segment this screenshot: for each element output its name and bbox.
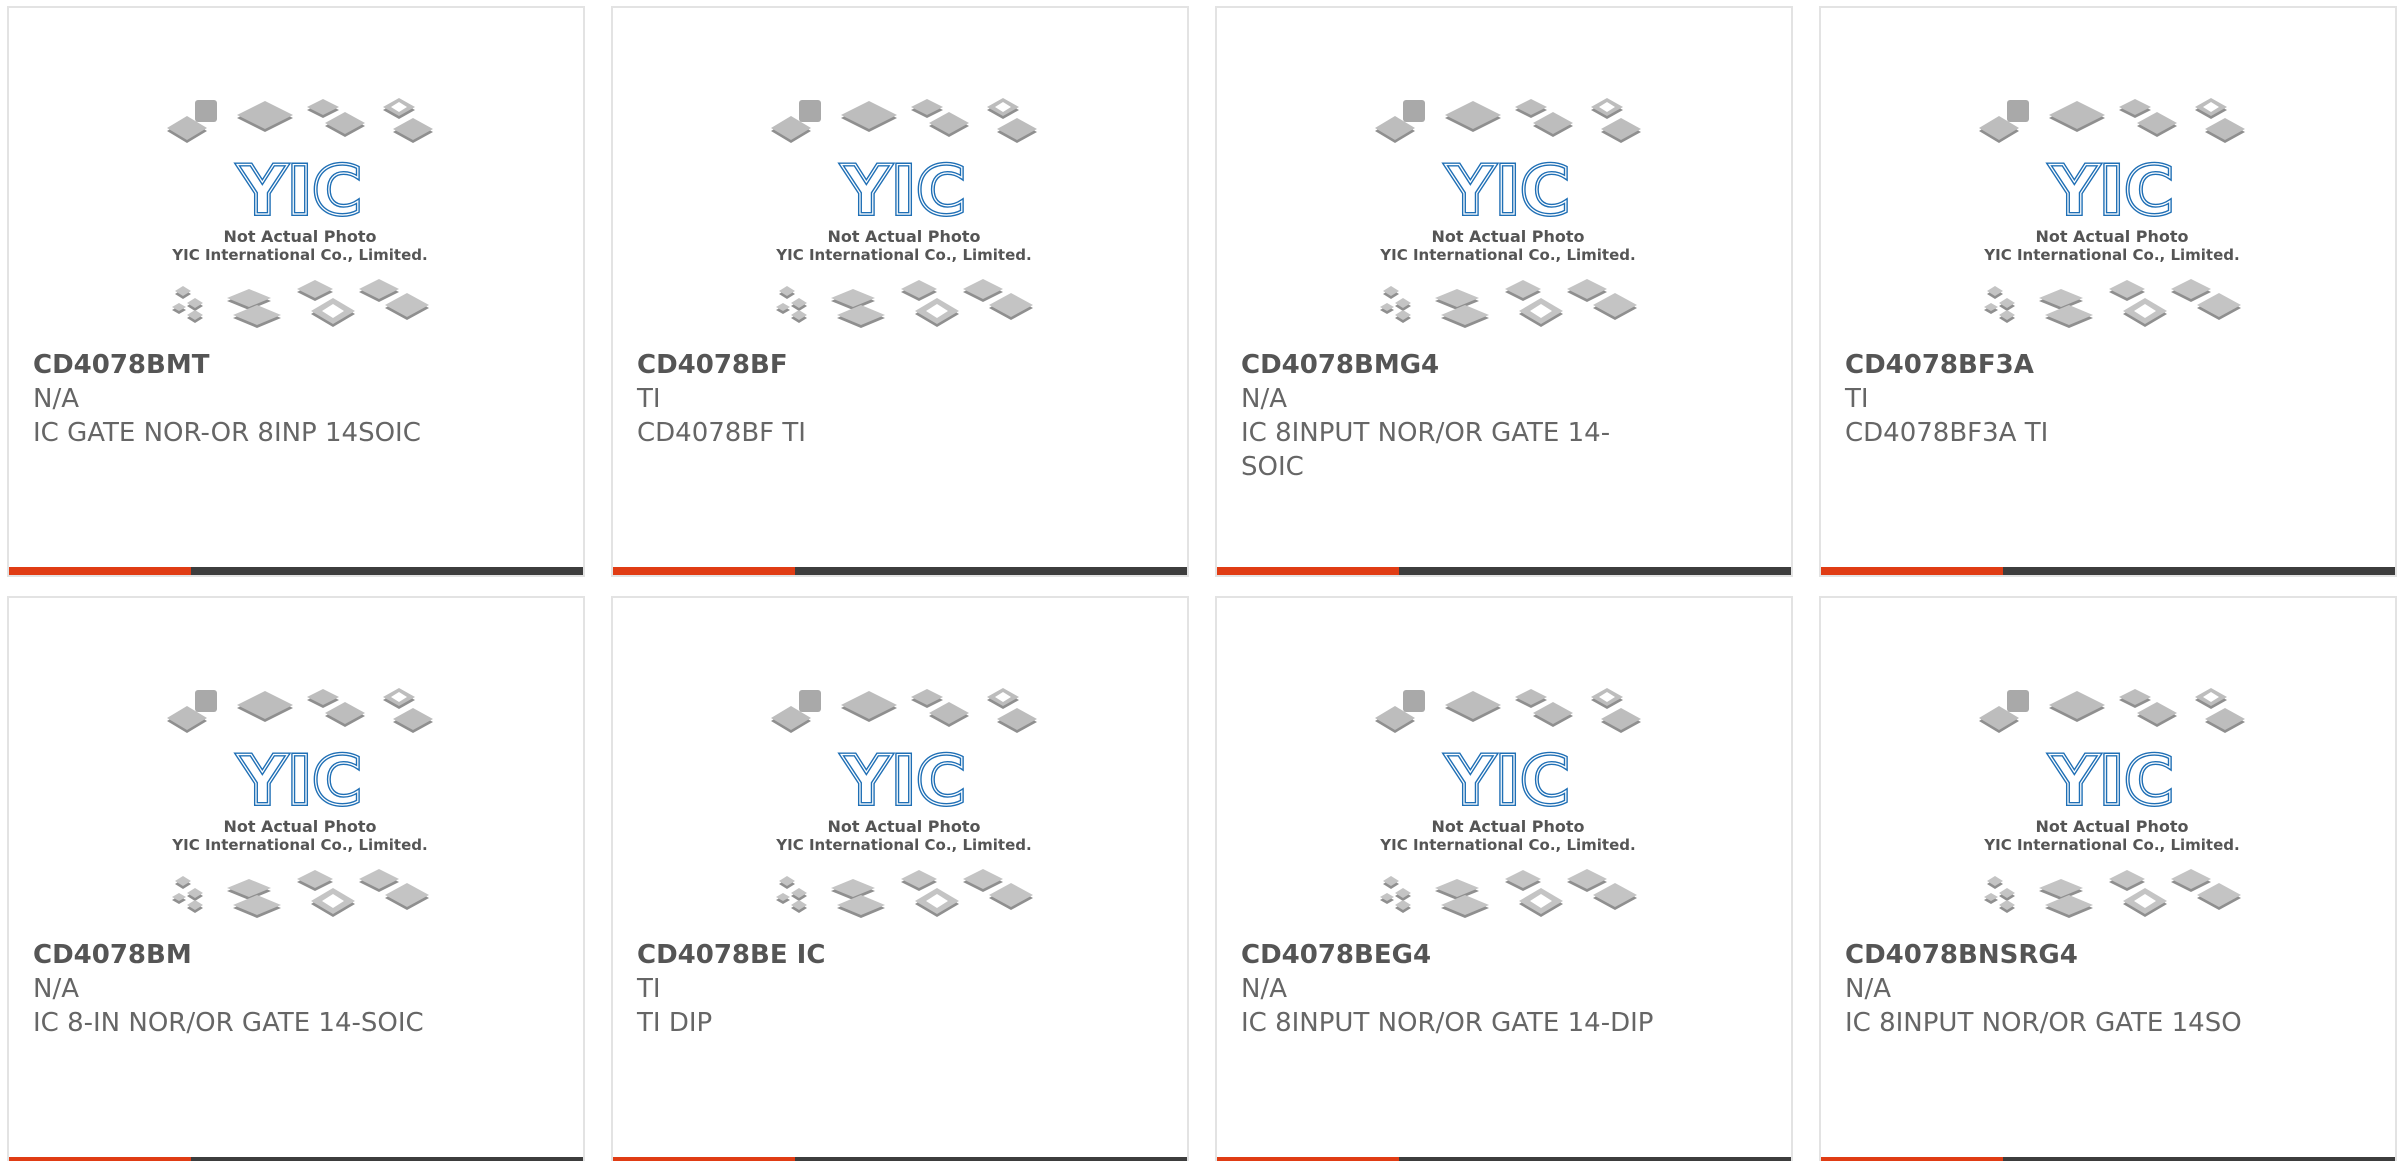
placeholder-image: YICYICNot Actual PhotoYIC International … [1979, 688, 2245, 918]
card-accent-bar [613, 567, 795, 575]
svg-text:YIC: YIC [1445, 742, 1570, 821]
svg-text:YIC: YIC [841, 742, 966, 821]
manufacturer: N/A [33, 384, 79, 414]
card-accent-bar [1821, 1157, 2003, 1161]
photo-caption-line2: YIC International Co., Limited. [1379, 246, 1635, 264]
card-accent-bar [1217, 1157, 1399, 1161]
product-photo: YIC YIC Not Actual Photo YIC International … [165, 96, 435, 342]
card-bottom-bar [613, 567, 1187, 575]
part-number[interactable]: CD4078BE IC [637, 938, 825, 972]
card-bottom-bar [1217, 1157, 1791, 1161]
photo-caption-line2: YIC International Co., Limited. [171, 836, 427, 854]
manufacturer: N/A [1241, 974, 1287, 1004]
description: IC GATE NOR-OR 8INP 14SOIC [33, 418, 421, 448]
product-photo: YIC YIC Not Actual Photo YIC International … [1373, 96, 1643, 342]
photo-caption-line1: Not Actual Photo [1431, 817, 1584, 836]
photo-caption-line1: Not Actual Photo [223, 227, 376, 246]
photo-caption-line2: YIC International Co., Limited. [775, 246, 1031, 264]
manufacturer: N/A [33, 974, 79, 1004]
svg-text:YIC: YIC [1445, 152, 1570, 231]
part-number[interactable]: CD4078BMG4 [1241, 348, 1439, 382]
product-card[interactable]: YIC YIC Not Actual Photo YIC International … [1215, 6, 1793, 577]
manufacturer: TI [637, 384, 661, 414]
card-accent-bar [1217, 567, 1399, 575]
product-photo: YIC YIC Not Actual Photo YIC International … [1977, 686, 2247, 932]
placeholder-image: YICYICNot Actual PhotoYIC International … [1375, 98, 1641, 328]
description: CD4078BF3A TI [1845, 418, 2049, 448]
description: CD4078BF TI [637, 418, 806, 448]
card-bottom-bar [1821, 1157, 2395, 1161]
svg-text:YIC: YIC [237, 152, 362, 231]
product-card[interactable]: YIC YIC Not Actual Photo YIC International … [7, 596, 585, 1161]
svg-text:YIC: YIC [841, 152, 966, 231]
product-photo: YIC YIC Not Actual Photo YIC International … [1373, 686, 1643, 932]
card-bottom-bar [613, 1157, 1187, 1161]
part-number[interactable]: CD4078BEG4 [1241, 938, 1431, 972]
photo-caption-line1: Not Actual Photo [223, 817, 376, 836]
placeholder-image: YICYICNot Actual PhotoYIC International … [1375, 688, 1641, 918]
manufacturer: N/A [1241, 384, 1287, 414]
product-card[interactable]: YIC YIC Not Actual Photo YIC International … [1819, 596, 2397, 1161]
product-photo: YIC YIC Not Actual Photo YIC International … [769, 96, 1039, 342]
product-grid: YIC YIC Not Actual Photo YIC International … [0, 0, 2400, 1161]
photo-caption-line1: Not Actual Photo [827, 227, 980, 246]
photo-caption-line2: YIC International Co., Limited. [1379, 836, 1635, 854]
card-bottom-bar [9, 567, 583, 575]
part-number[interactable]: CD4078BM [33, 938, 192, 972]
photo-caption-line2: YIC International Co., Limited. [775, 836, 1031, 854]
photo-caption-line1: Not Actual Photo [2035, 817, 2188, 836]
card-accent-bar [9, 1157, 191, 1161]
product-photo: YIC YIC Not Actual Photo YIC International … [165, 686, 435, 932]
svg-text:YIC: YIC [2049, 742, 2174, 821]
card-bottom-bar [1217, 567, 1791, 575]
description: IC 8INPUT NOR/OR GATE 14SO [1845, 1008, 2242, 1038]
manufacturer: TI [1845, 384, 1869, 414]
svg-text:YIC: YIC [2049, 152, 2174, 231]
product-card[interactable]: YIC YIC Not Actual Photo YIC International … [1215, 596, 1793, 1161]
description: TI DIP [637, 1008, 713, 1038]
description: IC 8-IN NOR/OR GATE 14-SOIC [33, 1008, 424, 1038]
placeholder-image: YICYICNot Actual PhotoYIC International … [167, 688, 433, 918]
placeholder-image: YICYICNot Actual PhotoYIC International … [771, 98, 1037, 328]
product-card[interactable]: YIC YIC Not Actual Photo YIC International … [7, 6, 585, 577]
photo-caption-line2: YIC International Co., Limited. [1983, 246, 2239, 264]
description: IC 8INPUT NOR/OR GATE 14-DIP [1241, 1008, 1654, 1038]
product-photo: YIC YIC Not Actual Photo YIC International … [769, 686, 1039, 932]
placeholder-image: YICYICNot Actual PhotoYIC International … [1979, 98, 2245, 328]
product-photo: YIC YIC Not Actual Photo YIC International … [1977, 96, 2247, 342]
card-accent-bar [613, 1157, 795, 1161]
photo-caption-line1: Not Actual Photo [1431, 227, 1584, 246]
part-number[interactable]: CD4078BNSRG4 [1845, 938, 2078, 972]
product-card[interactable]: YIC YIC Not Actual Photo YIC International … [611, 6, 1189, 577]
card-bottom-bar [9, 1157, 583, 1161]
photo-caption-line2: YIC International Co., Limited. [1983, 836, 2239, 854]
part-number[interactable]: CD4078BF3A [1845, 348, 2034, 382]
photo-caption-line1: Not Actual Photo [827, 817, 980, 836]
placeholder-image: YICYICNot Actual PhotoYIC International … [167, 98, 433, 328]
product-card[interactable]: YIC YIC Not Actual Photo YIC International … [611, 596, 1189, 1161]
description: IC 8INPUT NOR/OR GATE 14-SOIC [1241, 418, 1611, 482]
product-card[interactable]: YIC YIC Not Actual Photo YIC International … [1819, 6, 2397, 577]
manufacturer: N/A [1845, 974, 1891, 1004]
photo-caption-line2: YIC International Co., Limited. [171, 246, 427, 264]
placeholder-image: YICYICNot Actual PhotoYIC International … [771, 688, 1037, 918]
part-number[interactable]: CD4078BMT [33, 348, 209, 382]
card-bottom-bar [1821, 567, 2395, 575]
card-accent-bar [9, 567, 191, 575]
card-accent-bar [1821, 567, 2003, 575]
svg-text:YIC: YIC [237, 742, 362, 821]
photo-caption-line1: Not Actual Photo [2035, 227, 2188, 246]
part-number[interactable]: CD4078BF [637, 348, 788, 382]
manufacturer: TI [637, 974, 661, 1004]
